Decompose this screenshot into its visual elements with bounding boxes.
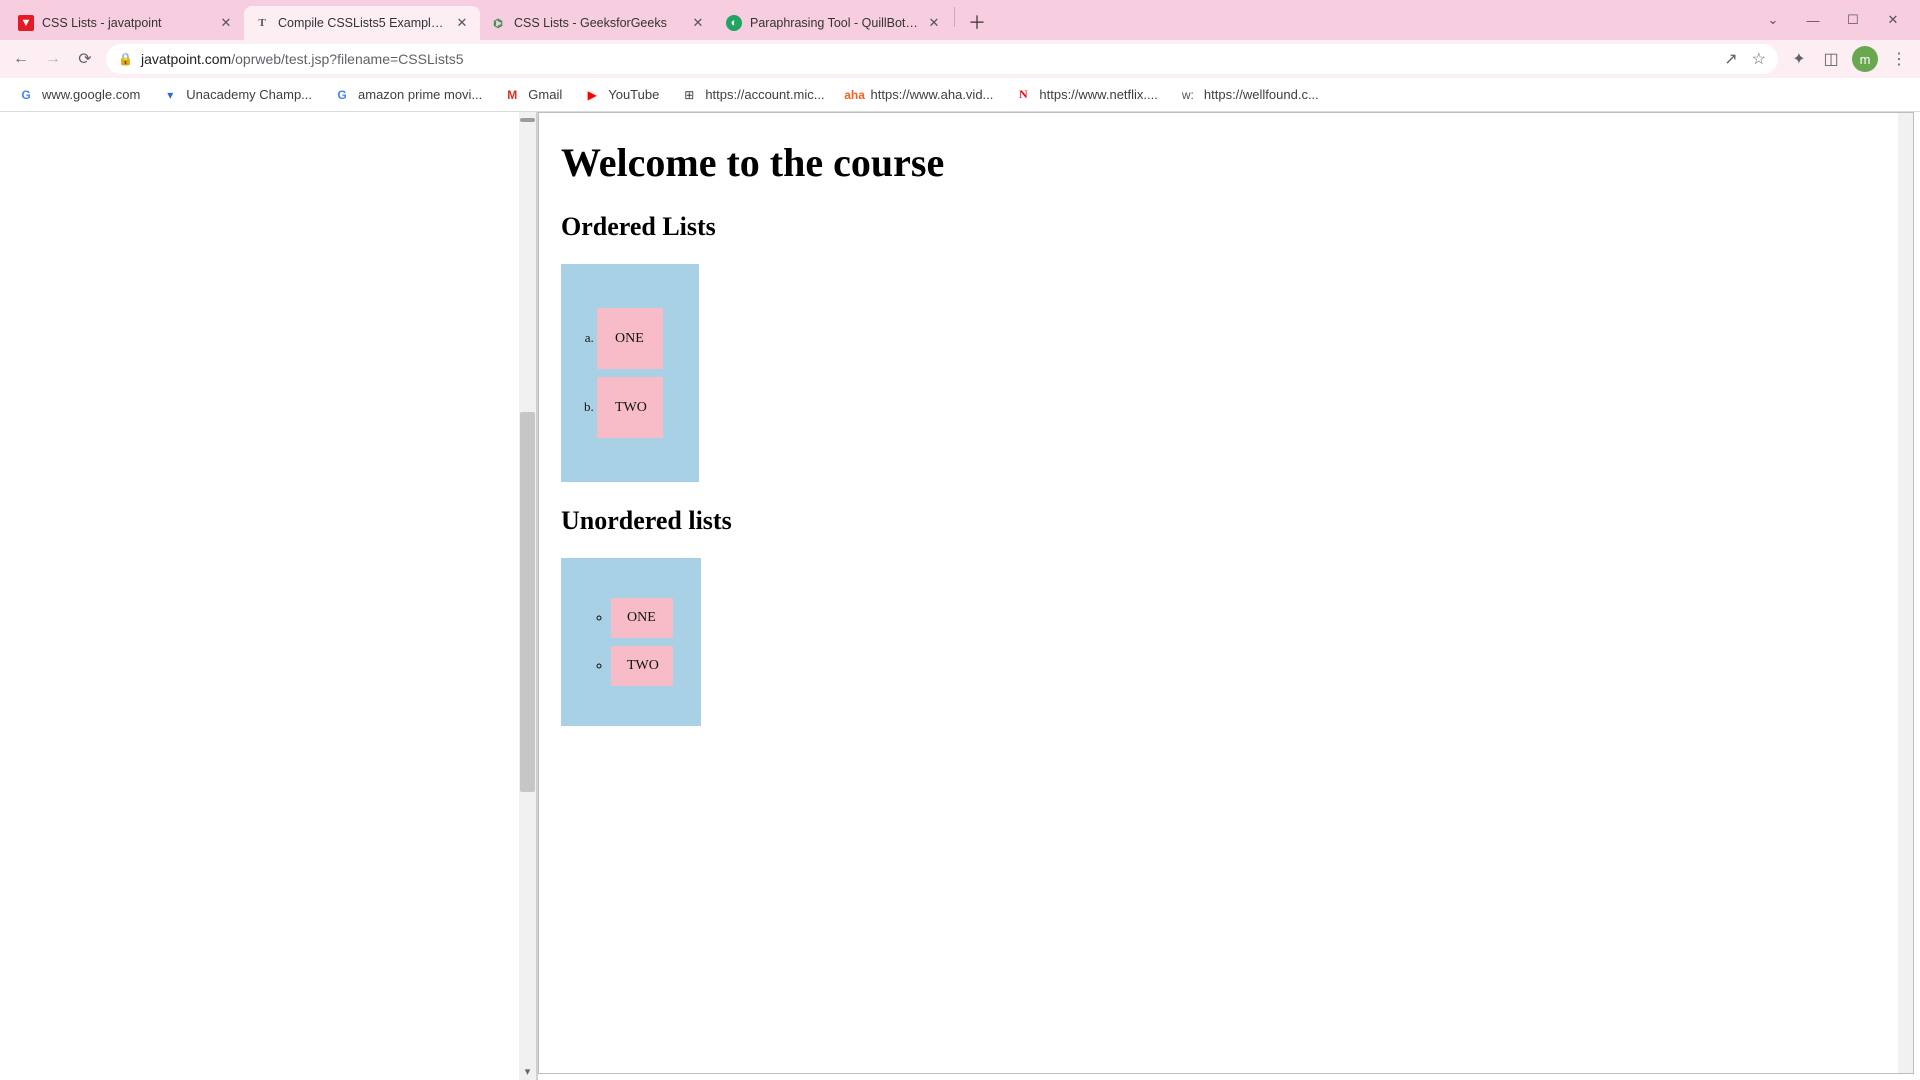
- unordered-list: ONE TWO: [579, 598, 673, 686]
- list-item: ONE: [611, 598, 673, 638]
- page-title: Welcome to the course: [561, 139, 1891, 186]
- editor-scrollbar[interactable]: ▾: [519, 112, 536, 1080]
- close-window-icon[interactable]: ✕: [1882, 12, 1904, 28]
- tab-separator: [954, 7, 955, 27]
- close-tab-icon[interactable]: ✕: [926, 15, 942, 31]
- url-host: javatpoint.com/oprweb/test.jsp?filename=…: [141, 51, 464, 67]
- bookmark-netflix[interactable]: Nhttps://www.netflix....: [1015, 87, 1158, 103]
- netflix-icon: N: [1015, 87, 1031, 103]
- bookmark-label: Gmail: [528, 87, 562, 102]
- chrome-menu-icon[interactable]: ⋮: [1888, 48, 1910, 70]
- tab-compile-example[interactable]: T Compile CSSLists5 Example: Edit… ✕: [244, 6, 480, 40]
- youtube-icon: ▶: [584, 87, 600, 103]
- preview-scrollbar[interactable]: [1898, 113, 1913, 1073]
- browser-toolbar: ← → ⟳ 🔒 javatpoint.com/oprweb/test.jsp?f…: [0, 40, 1920, 78]
- bookmark-label: https://www.aha.vid...: [871, 87, 994, 102]
- wellfound-icon: w:: [1180, 87, 1196, 103]
- bookmark-label: www.google.com: [42, 87, 140, 102]
- tab-quillbot[interactable]: ◐ Paraphrasing Tool - QuillBot AI ✕: [716, 6, 952, 40]
- aha-icon: aha: [847, 87, 863, 103]
- sidepanel-icon[interactable]: ◫: [1820, 48, 1842, 70]
- list-item: TWO: [597, 377, 663, 438]
- reload-button[interactable]: ⟳: [74, 48, 96, 70]
- favicon-gfg: ⌬: [490, 15, 506, 31]
- tab-title: Compile CSSLists5 Example: Edit…: [278, 16, 446, 30]
- maximize-icon[interactable]: ☐: [1842, 12, 1864, 28]
- bookmark-google[interactable]: Gwww.google.com: [18, 87, 140, 103]
- bookmark-wellfound[interactable]: w: https://wellfound.c...: [1180, 87, 1319, 103]
- bookmark-label: YouTube: [608, 87, 659, 102]
- bookmark-unacademy[interactable]: ▾ Unacademy Champ...: [162, 87, 312, 103]
- tab-title: CSS Lists - GeeksforGeeks: [514, 16, 682, 30]
- bookmark-star-icon[interactable]: ☆: [1752, 49, 1766, 69]
- tab-title: Paraphrasing Tool - QuillBot AI: [750, 16, 918, 30]
- gmail-icon: M: [504, 87, 520, 103]
- bookmark-label: amazon prime movi...: [358, 87, 482, 102]
- google-icon: G: [18, 87, 34, 103]
- ordered-list-box: ONE TWO: [561, 264, 699, 482]
- profile-avatar[interactable]: m: [1852, 46, 1878, 72]
- window-controls: ⌄ — ☐ ✕: [1762, 0, 1914, 40]
- section-heading-ordered: Ordered Lists: [561, 212, 1891, 242]
- favicon-text: T: [254, 15, 270, 31]
- tab-geeksforgeeks[interactable]: ⌬ CSS Lists - GeeksforGeeks ✕: [480, 6, 716, 40]
- lock-icon: 🔒: [118, 52, 133, 66]
- preview-pane: Welcome to the course Ordered Lists ONE …: [538, 112, 1914, 1074]
- google-icon: G: [334, 87, 350, 103]
- tab-search-icon[interactable]: ⌄: [1762, 12, 1784, 28]
- new-tab-button[interactable]: ＋: [963, 8, 991, 36]
- list-item: ONE: [597, 308, 663, 369]
- bookmark-account-mic[interactable]: ⊞ https://account.mic...: [681, 87, 824, 103]
- bookmark-label: https://www.netflix....: [1039, 87, 1158, 102]
- code-editor-pane[interactable]: ▾: [0, 112, 538, 1080]
- favicon-javatpoint: ▼: [18, 15, 34, 31]
- bookmark-aha[interactable]: aha https://www.aha.vid...: [847, 87, 994, 103]
- bookmarks-bar: Gwww.google.com ▾ Unacademy Champ... Gama…: [0, 78, 1920, 112]
- list-item: TWO: [611, 646, 673, 686]
- tab-title: CSS Lists - javatpoint: [42, 16, 210, 30]
- ordered-list: ONE TWO: [579, 308, 663, 438]
- bookmark-label: https://wellfound.c...: [1204, 87, 1319, 102]
- unacademy-icon: ▾: [162, 87, 178, 103]
- forward-button[interactable]: →: [42, 48, 64, 70]
- bookmark-youtube[interactable]: ▶ YouTube: [584, 87, 659, 103]
- browser-tabstrip: ▼ CSS Lists - javatpoint ✕ T Compile CSS…: [0, 0, 1920, 40]
- section-heading-unordered: Unordered lists: [561, 506, 1891, 536]
- share-icon[interactable]: ↗: [1724, 49, 1737, 69]
- unordered-list-box: ONE TWO: [561, 558, 701, 726]
- minimize-icon[interactable]: —: [1802, 13, 1824, 28]
- close-tab-icon[interactable]: ✕: [454, 15, 470, 31]
- favicon-quillbot: ◐: [726, 15, 742, 31]
- bookmark-label: Unacademy Champ...: [186, 87, 312, 102]
- close-tab-icon[interactable]: ✕: [218, 15, 234, 31]
- bookmark-label: https://account.mic...: [705, 87, 824, 102]
- page-viewport: ▾ Welcome to the course Ordered Lists ON…: [0, 112, 1920, 1080]
- address-bar[interactable]: 🔒 javatpoint.com/oprweb/test.jsp?filenam…: [106, 44, 1778, 74]
- bookmark-amazon-prime[interactable]: Gamazon prime movi...: [334, 87, 482, 103]
- bookmark-gmail[interactable]: M Gmail: [504, 87, 562, 103]
- close-tab-icon[interactable]: ✕: [690, 15, 706, 31]
- scroll-down-icon[interactable]: ▾: [519, 1063, 536, 1080]
- microsoft-icon: ⊞: [681, 87, 697, 103]
- extensions-icon[interactable]: ✦: [1788, 48, 1810, 70]
- tab-javatpoint[interactable]: ▼ CSS Lists - javatpoint ✕: [8, 6, 244, 40]
- back-button[interactable]: ←: [10, 48, 32, 70]
